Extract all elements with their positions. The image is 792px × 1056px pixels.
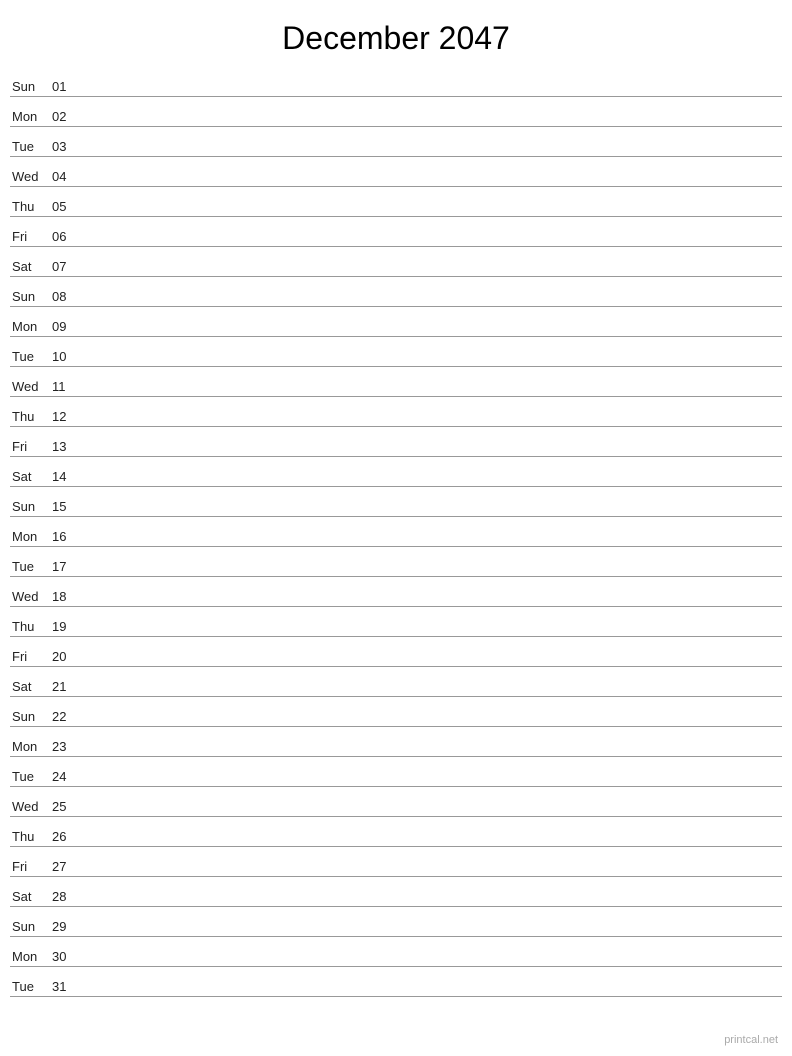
day-row: Tue10 xyxy=(10,337,782,367)
day-name: Sun xyxy=(10,919,52,934)
day-row: Thu19 xyxy=(10,607,782,637)
day-number: 07 xyxy=(52,259,82,274)
day-row: Thu05 xyxy=(10,187,782,217)
day-number: 21 xyxy=(52,679,82,694)
day-number: 23 xyxy=(52,739,82,754)
day-row: Sun29 xyxy=(10,907,782,937)
day-number: 18 xyxy=(52,589,82,604)
day-name: Thu xyxy=(10,199,52,214)
day-number: 01 xyxy=(52,79,82,94)
day-row: Wed11 xyxy=(10,367,782,397)
day-name: Wed xyxy=(10,379,52,394)
day-number: 15 xyxy=(52,499,82,514)
day-row: Mon23 xyxy=(10,727,782,757)
day-row: Sat21 xyxy=(10,667,782,697)
day-name: Sat xyxy=(10,259,52,274)
day-number: 09 xyxy=(52,319,82,334)
day-row: Fri27 xyxy=(10,847,782,877)
day-name: Mon xyxy=(10,109,52,124)
day-number: 22 xyxy=(52,709,82,724)
day-name: Thu xyxy=(10,409,52,424)
day-number: 30 xyxy=(52,949,82,964)
day-row: Tue24 xyxy=(10,757,782,787)
footer-text: printcal.net xyxy=(724,1034,778,1046)
day-row: Sun22 xyxy=(10,697,782,727)
day-name: Fri xyxy=(10,649,52,664)
day-number: 31 xyxy=(52,979,82,994)
day-row: Mon02 xyxy=(10,97,782,127)
day-number: 25 xyxy=(52,799,82,814)
day-name: Mon xyxy=(10,739,52,754)
day-number: 17 xyxy=(52,559,82,574)
day-row: Fri13 xyxy=(10,427,782,457)
day-row: Sun01 xyxy=(10,67,782,97)
day-name: Sun xyxy=(10,709,52,724)
day-row: Mon30 xyxy=(10,937,782,967)
day-name: Mon xyxy=(10,949,52,964)
day-number: 19 xyxy=(52,619,82,634)
calendar-container: Sun01Mon02Tue03Wed04Thu05Fri06Sat07Sun08… xyxy=(0,67,792,1027)
day-name: Tue xyxy=(10,979,52,994)
day-name: Tue xyxy=(10,349,52,364)
day-row: Tue03 xyxy=(10,127,782,157)
day-row: Sun08 xyxy=(10,277,782,307)
day-row: Fri06 xyxy=(10,217,782,247)
day-number: 08 xyxy=(52,289,82,304)
day-row: Sun15 xyxy=(10,487,782,517)
day-row: Mon09 xyxy=(10,307,782,337)
day-number: 29 xyxy=(52,919,82,934)
day-name: Tue xyxy=(10,139,52,154)
day-name: Tue xyxy=(10,769,52,784)
day-number: 26 xyxy=(52,829,82,844)
day-name: Mon xyxy=(10,319,52,334)
day-number: 14 xyxy=(52,469,82,484)
day-number: 11 xyxy=(52,379,82,394)
day-number: 02 xyxy=(52,109,82,124)
day-name: Thu xyxy=(10,829,52,844)
day-number: 03 xyxy=(52,139,82,154)
day-row: Wed18 xyxy=(10,577,782,607)
day-name: Sun xyxy=(10,499,52,514)
day-number: 05 xyxy=(52,199,82,214)
day-number: 13 xyxy=(52,439,82,454)
day-row: Wed25 xyxy=(10,787,782,817)
day-name: Sat xyxy=(10,679,52,694)
day-name: Tue xyxy=(10,559,52,574)
day-number: 27 xyxy=(52,859,82,874)
day-number: 04 xyxy=(52,169,82,184)
day-name: Mon xyxy=(10,529,52,544)
day-name: Fri xyxy=(10,859,52,874)
day-number: 20 xyxy=(52,649,82,664)
day-row: Tue31 xyxy=(10,967,782,997)
day-row: Sat14 xyxy=(10,457,782,487)
day-name: Sun xyxy=(10,289,52,304)
day-name: Thu xyxy=(10,619,52,634)
day-row: Thu12 xyxy=(10,397,782,427)
day-number: 12 xyxy=(52,409,82,424)
day-name: Sun xyxy=(10,79,52,94)
day-number: 16 xyxy=(52,529,82,544)
day-number: 10 xyxy=(52,349,82,364)
day-name: Wed xyxy=(10,589,52,604)
day-row: Wed04 xyxy=(10,157,782,187)
day-name: Fri xyxy=(10,439,52,454)
day-name: Sat xyxy=(10,889,52,904)
day-name: Fri xyxy=(10,229,52,244)
day-name: Wed xyxy=(10,169,52,184)
day-row: Thu26 xyxy=(10,817,782,847)
day-number: 28 xyxy=(52,889,82,904)
day-name: Wed xyxy=(10,799,52,814)
page-title: December 2047 xyxy=(0,0,792,67)
day-row: Sat07 xyxy=(10,247,782,277)
day-row: Sat28 xyxy=(10,877,782,907)
day-row: Fri20 xyxy=(10,637,782,667)
day-number: 24 xyxy=(52,769,82,784)
day-name: Sat xyxy=(10,469,52,484)
day-row: Mon16 xyxy=(10,517,782,547)
day-row: Tue17 xyxy=(10,547,782,577)
day-number: 06 xyxy=(52,229,82,244)
